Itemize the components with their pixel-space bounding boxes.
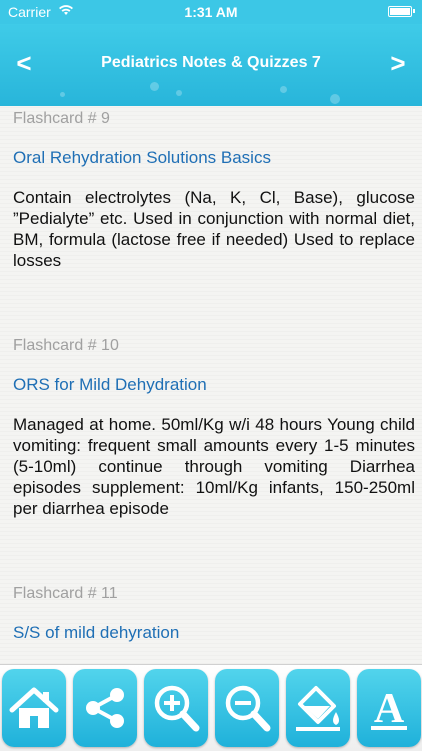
flashcard-10: Flashcard # 10 ORS for Mild Dehydration … — [13, 337, 415, 519]
bottom-toolbar: A — [0, 664, 422, 751]
font-size-button[interactable]: A — [357, 669, 421, 747]
bubble-decoration — [330, 94, 340, 104]
flashcard-11: Flashcard # 11 S/S of mild dehyration — [13, 585, 415, 643]
zoom-in-icon — [154, 685, 200, 732]
status-time: 1:31 AM — [184, 4, 238, 20]
page-title: Pediatrics Notes & Quizzes 7 — [101, 54, 321, 71]
navigation-bar: < Pediatrics Notes & Quizzes 7 > — [0, 24, 422, 106]
flashcard-9: Flashcard # 9 Oral Rehydration Solutions… — [13, 110, 415, 271]
zoom-out-icon — [225, 685, 271, 732]
flashcard-body: Contain electrolytes (Na, K, Cl, Base), … — [13, 188, 415, 270]
zoom-in-button[interactable] — [144, 669, 208, 747]
back-button[interactable]: < — [6, 46, 42, 82]
share-button[interactable] — [73, 669, 137, 747]
font-icon-glyph: A — [374, 686, 405, 732]
flashcard-title[interactable]: S/S of mild dehyration — [13, 623, 415, 643]
flashcard-title[interactable]: Oral Rehydration Solutions Basics — [13, 148, 415, 168]
flashcard-number: Flashcard # 10 — [13, 337, 119, 354]
bubble-decoration — [150, 82, 159, 91]
home-icon — [9, 687, 59, 728]
paint-bucket-icon — [296, 686, 340, 731]
flashcard-title[interactable]: ORS for Mild Dehydration — [13, 375, 415, 395]
font-icon: A — [371, 686, 407, 732]
flashcard-number: Flashcard # 11 — [13, 585, 118, 602]
bubble-decoration — [176, 90, 182, 96]
status-bar: Carrier 1:31 AM — [0, 0, 422, 24]
bubble-decoration — [60, 92, 65, 97]
flashcard-list[interactable]: Flashcard # 9 Oral Rehydration Solutions… — [0, 106, 422, 664]
home-button[interactable] — [2, 669, 66, 747]
battery-icon — [388, 6, 415, 17]
bubble-decoration — [280, 86, 287, 93]
forward-button[interactable]: > — [380, 46, 416, 82]
flashcard-body: Managed at home. 50ml/Kg w/i 48 hours Yo… — [13, 415, 415, 518]
share-icon — [86, 688, 124, 728]
theme-color-button[interactable] — [286, 669, 350, 747]
flashcard-number: Flashcard # 9 — [13, 110, 110, 127]
zoom-out-button[interactable] — [215, 669, 279, 747]
